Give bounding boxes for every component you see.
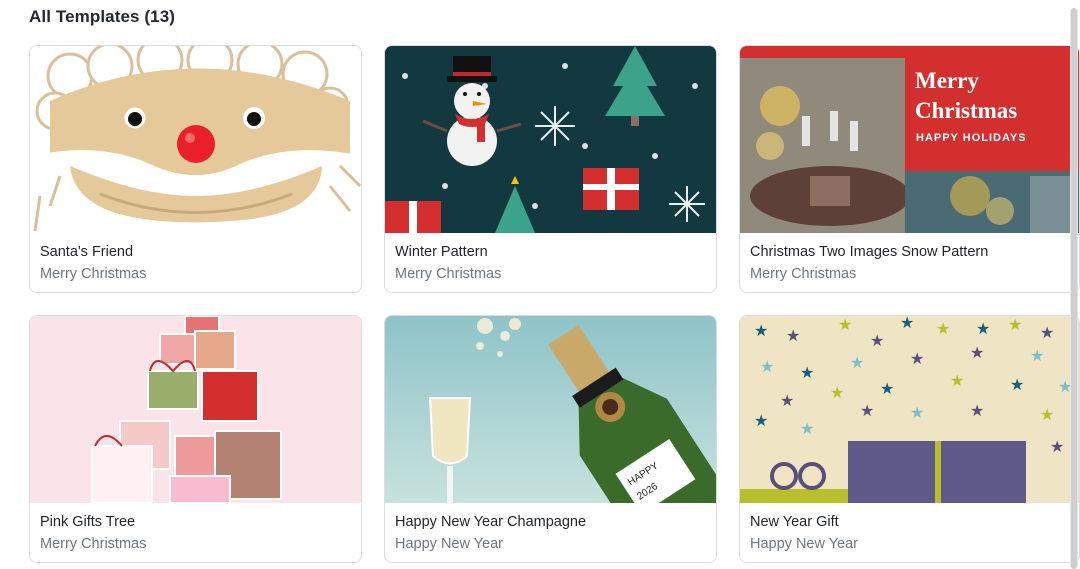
- template-category: Merry Christmas: [40, 536, 147, 552]
- template-card-santas-friend[interactable]: Santa's Friend Merry Christmas: [29, 45, 362, 293]
- template-name: Winter Pattern: [395, 244, 488, 260]
- template-category: Merry Christmas: [395, 266, 502, 282]
- template-category: Merry Christmas: [40, 266, 147, 282]
- svg-text:★: ★: [900, 316, 914, 332]
- svg-text:★: ★: [950, 371, 964, 390]
- svg-text:★: ★: [830, 383, 844, 402]
- svg-text:★: ★: [754, 321, 768, 340]
- christmas-photo-icon: Merry Christmas HAPPY HOLIDAYS: [740, 46, 1079, 233]
- page-title: All Templates (13): [29, 7, 176, 26]
- svg-text:★: ★: [880, 379, 894, 398]
- template-category: Happy New Year: [750, 536, 859, 552]
- scrollbar[interactable]: [1070, 8, 1078, 569]
- champagne-icon: HAPPY 2026: [385, 316, 716, 503]
- template-card-new-year-champagne[interactable]: HAPPY 2026 Happy New Year Champagne Happ…: [384, 315, 717, 563]
- template-category: Happy New Year: [395, 536, 504, 552]
- gift-tree-icon: [30, 316, 361, 503]
- svg-text:★: ★: [850, 353, 864, 372]
- svg-text:★: ★: [976, 319, 990, 338]
- svg-text:★: ★: [786, 326, 800, 345]
- svg-text:★: ★: [860, 401, 874, 420]
- snowman-pattern-icon: [385, 46, 716, 233]
- stars-gift-icon: ★ ★ ★ ★ ★ ★ ★ ★ ★ ★ ★ ★ ★ ★ ★ ★ ★ ★ ★ ★ ★ ★ ★ ★ ★ ★ ★…: [740, 316, 1079, 503]
- template-card-winter-pattern[interactable]: Winter Pattern Merry Christmas: [384, 45, 717, 293]
- svg-text:★: ★: [800, 363, 814, 382]
- svg-text:★: ★: [910, 403, 924, 422]
- svg-text:★: ★: [970, 401, 984, 420]
- thumb-text-happy-holidays: HAPPY HOLIDAYS: [916, 132, 1027, 144]
- svg-text:★: ★: [870, 331, 884, 350]
- svg-text:★: ★: [1030, 346, 1044, 365]
- thumb-text-merry: Merry: [915, 68, 979, 93]
- svg-text:★: ★: [1050, 437, 1064, 456]
- svg-text:★: ★: [970, 343, 984, 362]
- svg-text:★: ★: [910, 349, 924, 368]
- svg-text:★: ★: [800, 419, 814, 438]
- template-name: Santa's Friend: [40, 244, 134, 260]
- template-card-new-year-gift[interactable]: ★ ★ ★ ★ ★ ★ ★ ★ ★ ★ ★ ★ ★ ★ ★ ★ ★ ★ ★ ★ ★ ★ ★ ★ ★ ★ ★…: [739, 315, 1080, 563]
- template-name: Christmas Two Images Snow Pattern: [750, 244, 989, 260]
- svg-text:★: ★: [780, 391, 794, 410]
- template-category: Merry Christmas: [750, 266, 857, 282]
- template-card-christmas-two-images[interactable]: Merry Christmas HAPPY HOLIDAYS Christmas…: [739, 45, 1080, 293]
- svg-text:★: ★: [936, 319, 950, 338]
- svg-text:★: ★: [1040, 405, 1054, 424]
- svg-text:★: ★: [838, 316, 852, 334]
- svg-text:★: ★: [754, 411, 768, 430]
- scrollbar-thumb[interactable]: [1071, 8, 1077, 569]
- svg-text:★: ★: [1010, 375, 1024, 394]
- thumb-text-christmas: Christmas: [915, 98, 1017, 123]
- template-name: Pink Gifts Tree: [40, 514, 136, 530]
- template-name: Happy New Year Champagne: [395, 514, 587, 530]
- svg-text:★: ★: [1040, 323, 1054, 342]
- template-name: New Year Gift: [750, 514, 839, 530]
- svg-text:★: ★: [760, 357, 774, 376]
- svg-text:★: ★: [1008, 316, 1022, 334]
- santa-face-icon: [30, 46, 361, 233]
- template-card-pink-gifts-tree[interactable]: Pink Gifts Tree Merry Christmas: [29, 315, 362, 563]
